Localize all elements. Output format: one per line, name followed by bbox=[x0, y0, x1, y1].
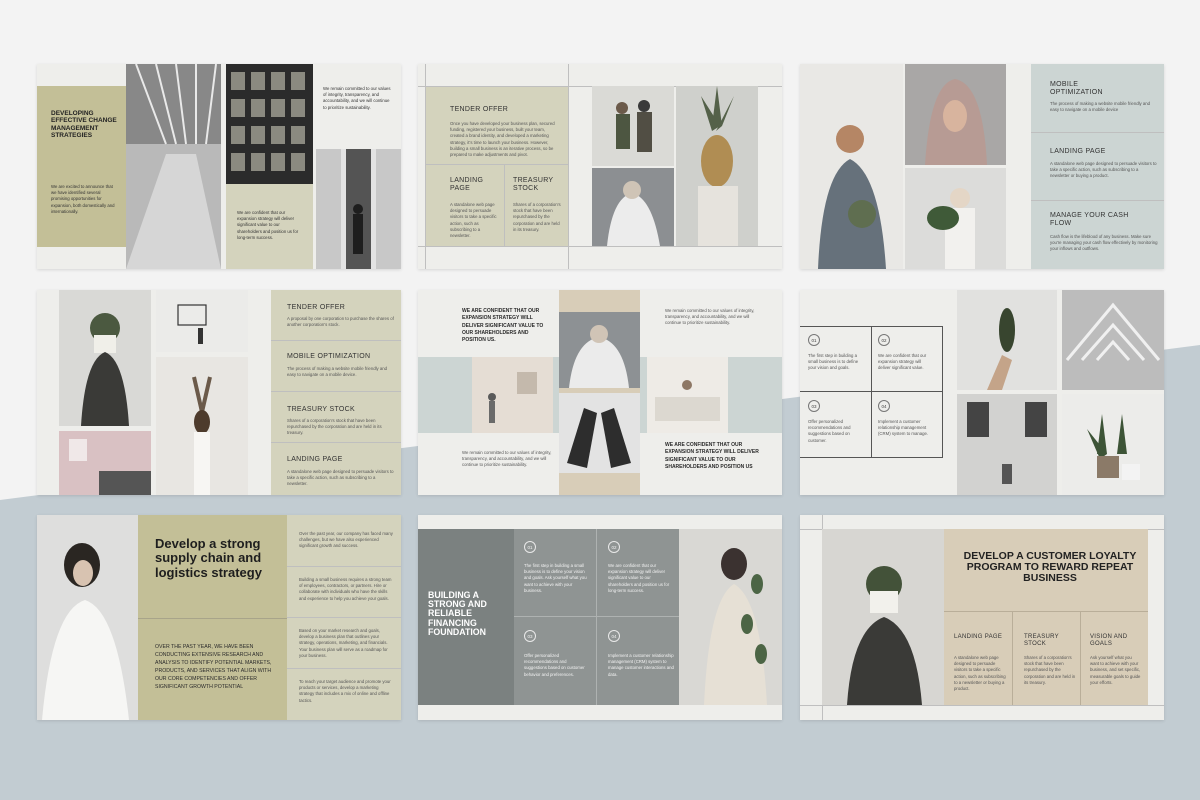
slide-4[interactable]: TENDER OFFER A proposal by one corporati… bbox=[37, 290, 401, 495]
slide-title: Develop a strong supply chain and logist… bbox=[155, 536, 262, 580]
step-number-3: 03 bbox=[524, 630, 536, 642]
bookshelf-photo bbox=[226, 64, 313, 184]
slide-8[interactable]: BUILDING A STRONG AND RELIABLE FINANCING… bbox=[418, 515, 782, 720]
step-number-4: 04 bbox=[608, 630, 620, 642]
woman-white-shirt-photo bbox=[37, 515, 138, 720]
step-number-1: 01 bbox=[524, 541, 536, 553]
monstera-photo bbox=[905, 168, 1006, 269]
slide-1[interactable]: DEVELOPING EFFECTIVE CHANGE MANAGEMENT S… bbox=[37, 64, 401, 269]
item1-title: TENDER OFFER bbox=[287, 304, 346, 311]
step-number-1: 01 bbox=[808, 334, 820, 346]
step-number-4: 04 bbox=[878, 400, 890, 412]
step-number-3: 03 bbox=[808, 400, 820, 412]
slide-title: BUILDING A STRONG AND RELIABLE FINANCING… bbox=[428, 590, 487, 637]
pink-building-photo bbox=[59, 431, 151, 495]
slide-title: DEVELOP A CUSTOMER LOYALTY PROGRAM TO RE… bbox=[963, 550, 1137, 585]
item2-body: The process of making a website mobile f… bbox=[287, 366, 388, 378]
item2-title: LANDING PAGE bbox=[1050, 148, 1106, 155]
slide-3[interactable]: MOBILE OPTIMIZATION The process of makin… bbox=[800, 64, 1164, 269]
col3-title: VISION AND GOALS bbox=[1090, 634, 1128, 648]
hoodie-photo bbox=[559, 312, 640, 388]
step-text-2: We are confident that our expansion stra… bbox=[608, 563, 670, 593]
col-text-3: Based on your market research and goals,… bbox=[299, 628, 388, 658]
col1-body: A standalone web page designed to persua… bbox=[450, 202, 497, 239]
step-text-2: We are confident that our expansion stra… bbox=[878, 353, 927, 371]
slide-body-text-2: We are confident that our expansion stra… bbox=[237, 210, 299, 240]
col2-body: Shares of a corporation's stock that hav… bbox=[513, 202, 561, 232]
sneakers-photo bbox=[559, 393, 640, 473]
woman-flowers-photo bbox=[800, 64, 903, 269]
leaf-hand-photo bbox=[957, 290, 1057, 390]
col-text-2: Building a small business requires a str… bbox=[299, 577, 392, 601]
slide-body-text-3: We remain committed to our values of int… bbox=[323, 86, 391, 110]
potted-plants-photo bbox=[1062, 394, 1164, 495]
col1-title: LANDING PAGE bbox=[954, 634, 1003, 640]
item3-body: Cash flow is the lifeblood of any busine… bbox=[1050, 234, 1158, 252]
plant-head-photo bbox=[822, 529, 944, 705]
slide-6[interactable]: 01 The first step in building a small bu… bbox=[800, 290, 1164, 495]
step-number-2: 02 bbox=[878, 334, 890, 346]
slide-7[interactable]: Develop a strong supply chain and logist… bbox=[37, 515, 401, 720]
slide-2[interactable]: TENDER OFFER Once you have developed you… bbox=[418, 64, 782, 269]
col2-body: Shares of a corporation's stock that hav… bbox=[1024, 655, 1076, 685]
col1-title: LANDING PAGE bbox=[450, 177, 484, 193]
item1-title: MOBILE OPTIMIZATION bbox=[1050, 81, 1103, 97]
slide-9[interactable]: DEVELOP A CUSTOMER LOYALTY PROGRAM TO RE… bbox=[800, 515, 1164, 720]
slide-body-text: Once you have developed your business pl… bbox=[450, 121, 555, 158]
item1-body: A proposal by one corporation to purchas… bbox=[287, 316, 394, 328]
slide-5[interactable]: WE ARE CONFIDENT THAT OUR EXPANSION STRA… bbox=[418, 290, 782, 495]
col-text-4: To reach your target audience and promot… bbox=[299, 679, 391, 703]
step-text-1: The first step in building a small busin… bbox=[808, 353, 859, 371]
architecture-photo bbox=[126, 64, 221, 269]
slide-title: TENDER OFFER bbox=[450, 106, 509, 113]
col3-body: Ask yourself what you want to achieve wi… bbox=[1090, 655, 1141, 685]
pineapple-photo bbox=[676, 86, 758, 246]
curtain-photo bbox=[316, 149, 401, 269]
item3-title: TREASURY STOCK bbox=[287, 406, 355, 413]
step-text-4: Implement a customer relationship manage… bbox=[608, 653, 674, 677]
item1-body: The process of making a website mobile f… bbox=[1050, 101, 1151, 113]
item3-body: Shares of a corporation's stock that hav… bbox=[287, 418, 382, 436]
step-text-4: Implement a customer relationship manage… bbox=[878, 419, 929, 437]
step-number-2: 02 bbox=[608, 541, 620, 553]
step-text-3: Offer personalized recommendations and s… bbox=[524, 653, 585, 677]
man-wall-photo bbox=[472, 357, 553, 433]
col2-title: TREASURY STOCK bbox=[1024, 634, 1059, 648]
col-text-1: Over the past year, our company has face… bbox=[299, 531, 393, 549]
heading-1: WE ARE CONFIDENT THAT OUR EXPANSION STRA… bbox=[462, 308, 544, 343]
slide-title: DEVELOPING EFFECTIVE CHANGE MANAGEMENT S… bbox=[51, 110, 117, 140]
body-2: We remain committed to our values of int… bbox=[462, 450, 552, 468]
item3-title: MANAGE YOUR CASH FLOW bbox=[1050, 212, 1129, 228]
gallery-wall-photo bbox=[156, 290, 248, 352]
step-text-1: The first step in building a small busin… bbox=[524, 563, 587, 593]
heading-2: WE ARE CONFIDENT THAT OUR EXPANSION STRA… bbox=[665, 442, 759, 470]
col2-title: TREASURY STOCK bbox=[513, 177, 554, 193]
slide-body-text: We are excited to announce that we have … bbox=[51, 184, 115, 214]
couple-photo bbox=[592, 86, 674, 166]
woman-plant-photo bbox=[679, 529, 782, 705]
step-text-3: Offer personalized recommendations and s… bbox=[808, 419, 851, 443]
item2-body: A standalone web page designed to persua… bbox=[1050, 161, 1157, 179]
window-flowers-photo bbox=[957, 394, 1057, 495]
roof-architecture-photo bbox=[1062, 290, 1164, 390]
col1-body: A standalone web page designed to persua… bbox=[954, 655, 1006, 692]
woman-hoodie-photo bbox=[592, 168, 674, 246]
woman-stretch-photo bbox=[156, 357, 248, 495]
headscarf-photo bbox=[905, 64, 1006, 165]
sofa-photo bbox=[647, 357, 728, 433]
item4-body: A standalone web page designed to persua… bbox=[287, 469, 394, 487]
body-1: We remain committed to our values of int… bbox=[665, 308, 755, 326]
item2-title: MOBILE OPTIMIZATION bbox=[287, 353, 371, 360]
caps-paragraph: OVER THE PAST YEAR, WE HAVE BEEN CONDUCT… bbox=[155, 644, 272, 691]
plant-head-photo bbox=[59, 290, 151, 426]
item4-title: LANDING PAGE bbox=[287, 456, 343, 463]
